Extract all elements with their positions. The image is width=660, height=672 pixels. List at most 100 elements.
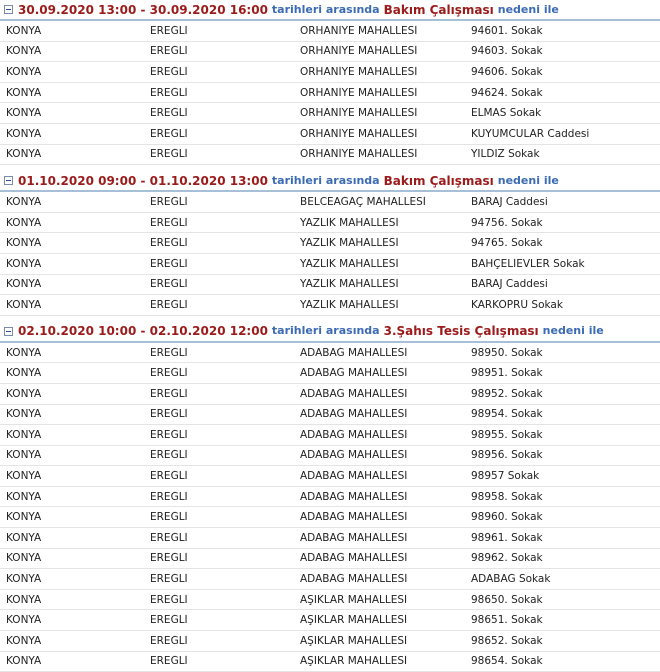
neighborhood-cell: ADABAĞ MAHALLESİ xyxy=(300,470,408,483)
street-cell: 98654. Sokak xyxy=(471,655,543,668)
street-cell: 98954. Sokak xyxy=(471,408,543,421)
province-cell: KONYA xyxy=(6,367,42,380)
district-cell: EREĞLİ xyxy=(150,552,188,565)
collapse-toggle-icon[interactable] xyxy=(4,326,13,336)
neighborhood-cell: AŞIKLAR MAHALLESİ xyxy=(300,614,408,627)
collapse-toggle-icon[interactable] xyxy=(4,5,13,14)
table-row: KONYA EREĞLİ ADABAĞ MAHALLESİ 98952. Sokak xyxy=(0,384,660,405)
table-row: KONYA EREĞLİ ADABAĞ MAHALLESİ 98958. Sokak xyxy=(0,487,660,508)
district-cell: EREĞLİ xyxy=(150,511,188,524)
district-cell: EREĞLİ xyxy=(150,216,188,229)
neighborhood-cell: ORHANİYE MAHALLESİ xyxy=(300,45,418,58)
province-cell: KONYA xyxy=(6,24,42,37)
district-cell: EREĞLİ xyxy=(150,278,188,291)
reason-suffix: nedeni ile xyxy=(497,173,559,187)
neighborhood-cell: YAZLIK MAHALLESİ xyxy=(300,237,399,250)
between-text: tarihleri arasında xyxy=(271,2,380,16)
date-range: 30.09.2020 13:00 - 30.09.2020 16:00 xyxy=(18,2,268,17)
table-row: KONYA EREĞLİ ORHANİYE MAHALLESİ KUYUMCULAR … xyxy=(0,124,660,145)
district-cell: EREĞLİ xyxy=(150,24,188,37)
province-cell: KONYA xyxy=(6,490,42,503)
table-row: KONYA EREĞLİ AŞIKLAR MAHALLESİ 98654. Sokak xyxy=(0,652,660,672)
table-row: KONYA EREĞLİ ORHANİYE MAHALLESİ 94603. Soka… xyxy=(0,42,660,63)
table-row: KONYA EREĞLİ YAZLIK MAHALLESİ KARKÖPRÜ Soka… xyxy=(0,295,660,316)
group-header: 02.10.2020 10:00 - 02.10.2020 12:00 tarih… xyxy=(0,322,660,343)
neighborhood-cell: ADABAĞ MAHALLESİ xyxy=(300,552,408,565)
table-row: KONYA EREĞLİ ORHANİYE MAHALLESİ ELMAS Sokak xyxy=(0,103,660,124)
province-cell: KONYA xyxy=(6,148,42,161)
table-row: KONYA EREĞLİ YAZLIK MAHALLESİ 94756. Sokak xyxy=(0,213,660,234)
neighborhood-cell: ADABAĞ MAHALLESİ xyxy=(300,428,408,441)
reason-text: 3.Şahıs Tesis Çalışması xyxy=(383,324,539,339)
between-text: tarihleri arasında xyxy=(271,324,380,338)
table-row: KONYA EREĞLİ YAZLIK MAHALLESİ BARAJ Caddesi xyxy=(0,275,660,296)
province-cell: KONYA xyxy=(6,346,42,359)
neighborhood-cell: ORHANİYE MAHALLESİ xyxy=(300,86,418,99)
street-cell: 94601. Sokak xyxy=(471,24,543,37)
table-row: KONYA EREĞLİ ADABAĞ MAHALLESİ 98954. Sokak xyxy=(0,405,660,426)
district-cell: EREĞLİ xyxy=(150,573,188,586)
neighborhood-cell: ORHANİYE MAHALLESİ xyxy=(300,24,418,37)
table-row: KONYA EREĞLİ BELCEAĞAÇ MAHALLESİ BARAJ Cadd… xyxy=(0,192,660,213)
province-cell: KONYA xyxy=(6,127,42,140)
street-cell: YILDIZ Sokak xyxy=(471,148,540,161)
neighborhood-cell: YAZLIK MAHALLESİ xyxy=(300,257,399,270)
street-cell: 94765. Sokak xyxy=(471,237,543,250)
district-cell: EREĞLİ xyxy=(150,298,188,311)
province-cell: KONYA xyxy=(6,387,42,400)
reason-text: Bakım Çalışması xyxy=(383,173,494,188)
neighborhood-cell: YAZLIK MAHALLESİ xyxy=(300,278,399,291)
street-cell: 94606. Sokak xyxy=(471,65,543,78)
between-text: tarihleri arasında xyxy=(271,173,380,187)
table-row: KONYA EREĞLİ ADABAĞ MAHALLESİ 98962. Sokak xyxy=(0,549,660,570)
province-cell: KONYA xyxy=(6,593,42,606)
district-cell: EREĞLİ xyxy=(150,408,188,421)
reason-suffix: nedeni ile xyxy=(542,324,604,338)
district-cell: EREĞLİ xyxy=(150,237,188,250)
province-cell: KONYA xyxy=(6,428,42,441)
street-cell: 94624. Sokak xyxy=(471,86,543,99)
date-range: 01.10.2020 09:00 - 01.10.2020 13:00 xyxy=(18,173,268,188)
district-cell: EREĞLİ xyxy=(150,428,188,441)
neighborhood-cell: ADABAĞ MAHALLESİ xyxy=(300,531,408,544)
table-row: KONYA EREĞLİ ADABAĞ MAHALLESİ 98957 Sokak xyxy=(0,466,660,487)
group-header: 30.09.2020 13:00 - 30.09.2020 16:00 tarih… xyxy=(0,0,660,21)
district-cell: EREĞLİ xyxy=(150,45,188,58)
district-cell: EREĞLİ xyxy=(150,614,188,627)
neighborhood-cell: AŞIKLAR MAHALLESİ xyxy=(300,634,408,647)
district-cell: EREĞLİ xyxy=(150,593,188,606)
street-cell: 98955. Sokak xyxy=(471,428,543,441)
street-cell: ADABAĞ Sokak xyxy=(471,573,551,586)
neighborhood-cell: ADABAĞ MAHALLESİ xyxy=(300,449,408,462)
neighborhood-cell: ADABAĞ MAHALLESİ xyxy=(300,387,408,400)
neighborhood-cell: ORHANİYE MAHALLESİ xyxy=(300,65,418,78)
district-cell: EREĞLİ xyxy=(150,655,188,668)
street-cell: 98950. Sokak xyxy=(471,346,543,359)
street-cell: 98957 Sokak xyxy=(471,470,540,483)
district-cell: EREĞLİ xyxy=(150,449,188,462)
district-cell: EREĞLİ xyxy=(150,634,188,647)
table-row: KONYA EREĞLİ ADABAĞ MAHALLESİ ADABAĞ Sokak xyxy=(0,569,660,590)
neighborhood-cell: ORHANİYE MAHALLESİ xyxy=(300,148,418,161)
neighborhood-cell: ADABAĞ MAHALLESİ xyxy=(300,346,408,359)
outage-list: 30.09.2020 13:00 - 30.09.2020 16:00 tarih… xyxy=(0,0,660,672)
neighborhood-cell: YAZLIK MAHALLESİ xyxy=(300,216,399,229)
province-cell: KONYA xyxy=(6,470,42,483)
province-cell: KONYA xyxy=(6,408,42,421)
table-row: KONYA EREĞLİ AŞIKLAR MAHALLESİ 98651. Sokak xyxy=(0,610,660,632)
street-cell: 98962. Sokak xyxy=(471,552,543,565)
province-cell: KONYA xyxy=(6,278,42,291)
collapse-toggle-icon[interactable] xyxy=(4,176,13,186)
province-cell: KONYA xyxy=(6,531,42,544)
street-cell: 98960. Sokak xyxy=(471,511,543,524)
neighborhood-cell: ADABAĞ MAHALLESİ xyxy=(300,367,408,380)
district-cell: EREĞLİ xyxy=(150,195,188,208)
neighborhood-cell: ORHANİYE MAHALLESİ xyxy=(300,107,418,120)
district-cell: EREĞLİ xyxy=(150,490,188,503)
neighborhood-cell: YAZLIK MAHALLESİ xyxy=(300,298,399,311)
table-row: KONYA EREĞLİ ADABAĞ MAHALLESİ 98961. Sokak xyxy=(0,528,660,549)
street-cell: 98961. Sokak xyxy=(471,531,543,544)
province-cell: KONYA xyxy=(6,257,42,270)
table-row: KONYA EREĞLİ YAZLIK MAHALLESİ 94765. Sokak xyxy=(0,233,660,254)
district-cell: EREĞLİ xyxy=(150,86,188,99)
